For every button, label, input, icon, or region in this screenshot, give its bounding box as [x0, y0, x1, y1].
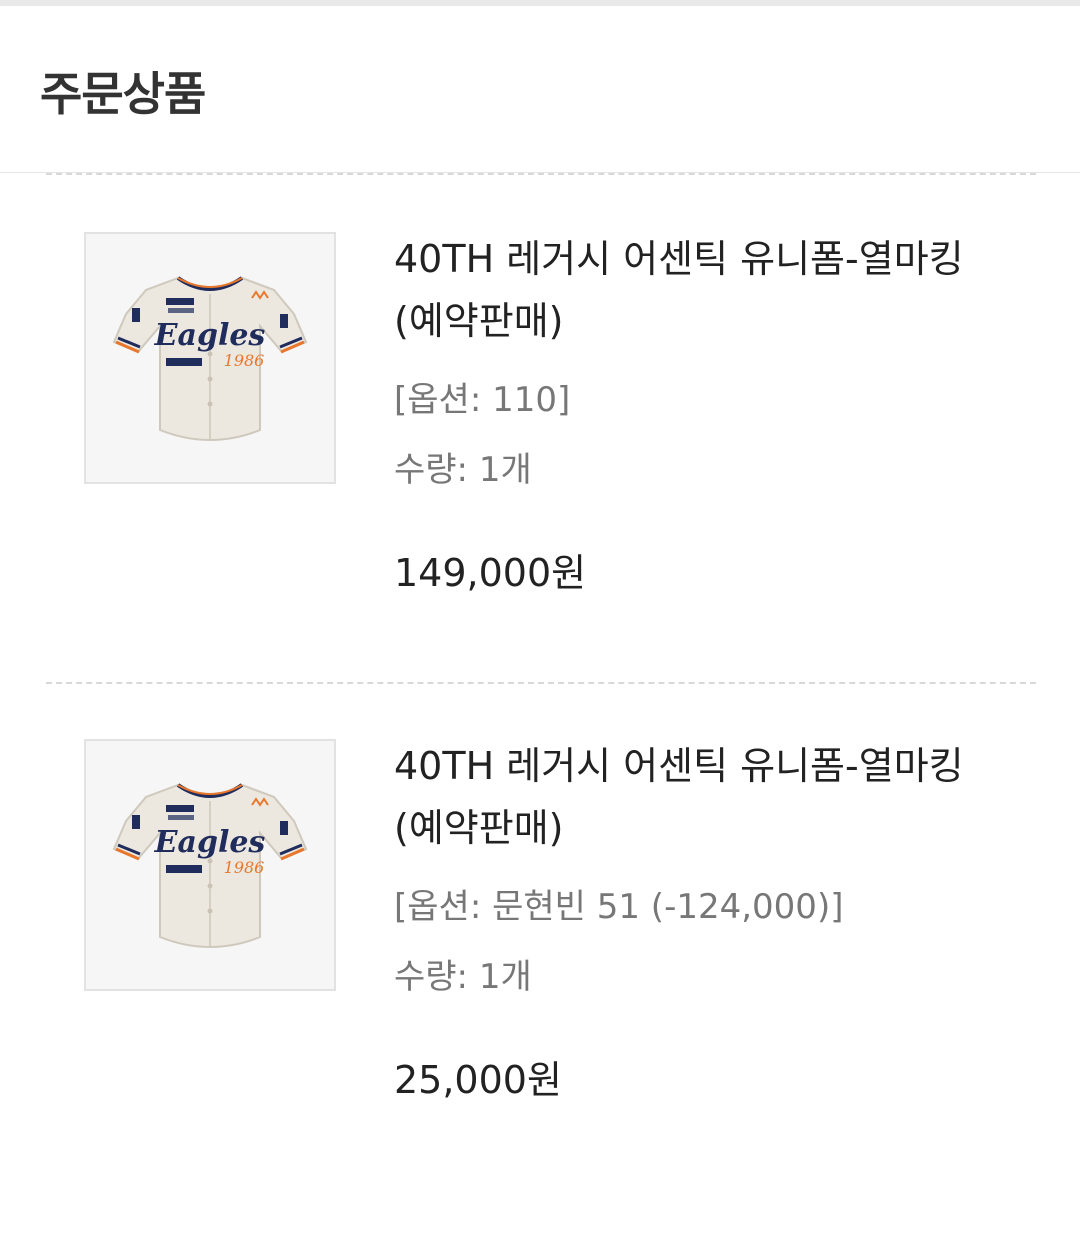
section-title: 주문상품 [40, 67, 206, 121]
product-option: [옵션: 문현빈 51 (-124,000)] [394, 887, 844, 927]
svg-text:Eagles: Eagles [154, 318, 266, 353]
order-products-page: 주문상품 Eagles 1986 40TH 레거시 어센틱 유니폼-열마킹 (예… [0, 0, 1080, 1180]
product-name[interactable]: 40TH 레거시 어센틱 유니폼-열마킹 (예약판매) [394, 228, 1014, 352]
divider [46, 173, 1036, 175]
svg-text:Eagles: Eagles [154, 825, 266, 860]
product-image[interactable]: Eagles 1986 [84, 739, 336, 991]
product-name[interactable]: 40TH 레거시 어센틱 유니폼-열마킹 (예약판매) [394, 735, 1014, 859]
top-border [0, 0, 1080, 6]
baseball-jersey-icon: Eagles 1986 [86, 234, 334, 482]
order-item[interactable]: Eagles 1986 40TH 레거시 어센틱 유니폼-열마킹 (예약판매) … [0, 739, 1080, 1239]
product-price: 25,000원 [394, 1058, 562, 1102]
product-quantity: 수량: 1개 [394, 957, 532, 997]
product-quantity: 수량: 1개 [394, 450, 532, 490]
product-option: [옵션: 110] [394, 380, 571, 420]
product-image[interactable]: Eagles 1986 [84, 232, 336, 484]
product-price: 149,000원 [394, 551, 587, 595]
svg-text:1986: 1986 [224, 351, 265, 370]
divider [46, 682, 1036, 684]
svg-text:1986: 1986 [224, 858, 265, 877]
baseball-jersey-icon: Eagles 1986 [86, 741, 334, 989]
order-item[interactable]: Eagles 1986 40TH 레거시 어센틱 유니폼-열마킹 (예약판매) … [0, 232, 1080, 732]
